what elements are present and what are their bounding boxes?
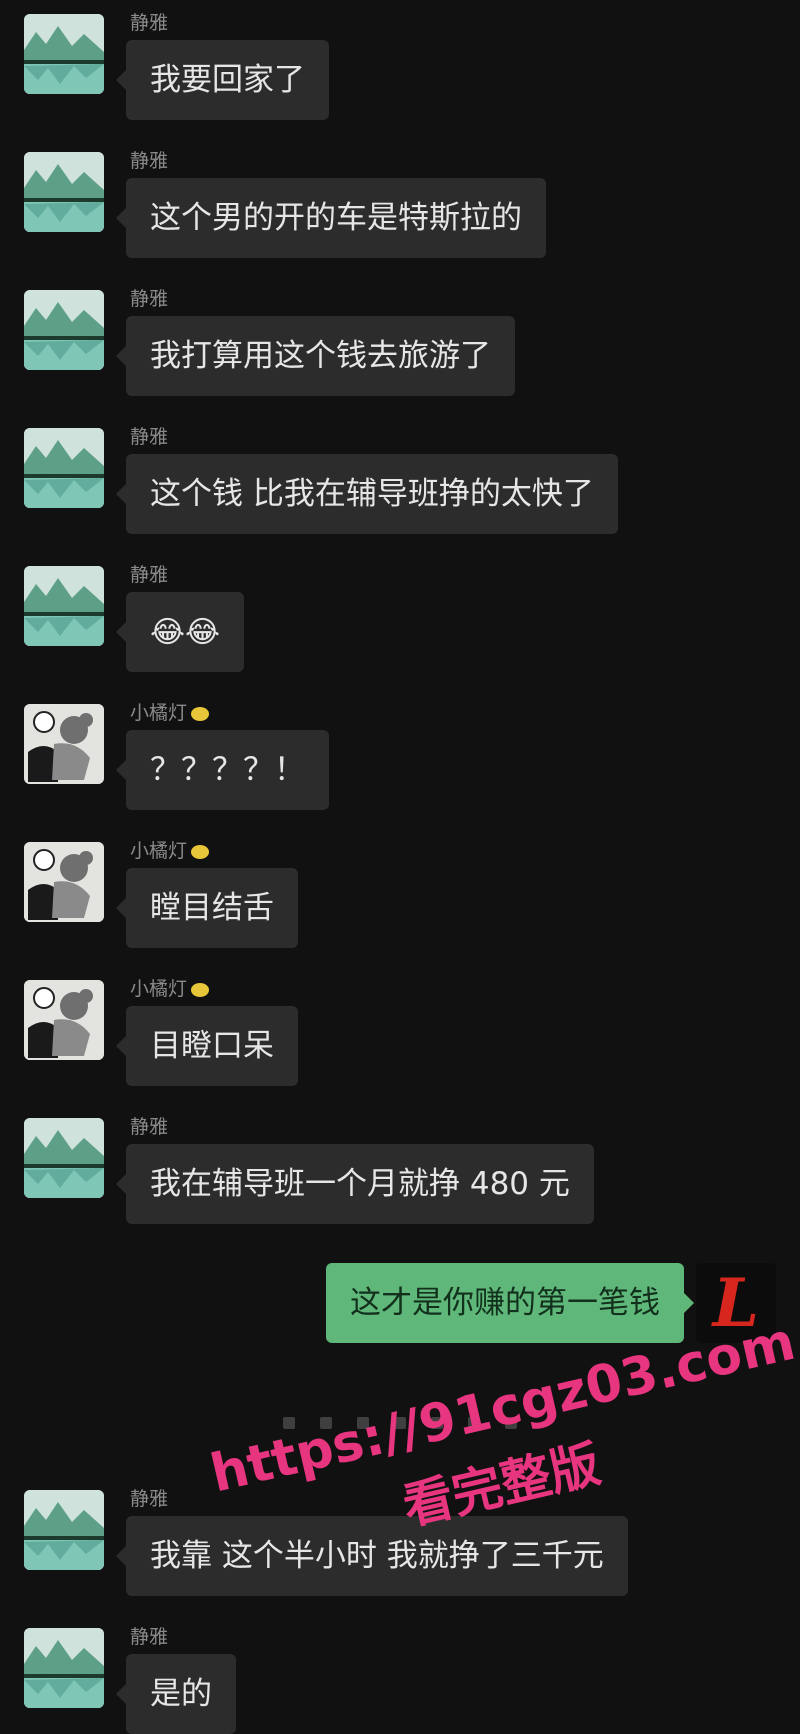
message-bubble[interactable]: 我靠 这个半小时 我就挣了三千元	[116, 1516, 628, 1596]
sender-name: 静雅	[130, 564, 169, 586]
my-avatar[interactable]: L	[696, 1263, 776, 1343]
divider-dot	[505, 1417, 518, 1429]
divider-dot	[356, 1417, 369, 1429]
message-bubble[interactable]: 😂😂	[115, 592, 245, 672]
sender-name: 静雅	[130, 1488, 169, 1510]
message-bubble[interactable]: 目瞪口呆	[116, 1006, 298, 1086]
message-bubble[interactable]: 这个钱 比我在辅导班挣的太快了	[116, 454, 618, 534]
contact-avatar[interactable]	[24, 14, 104, 94]
sender-name: 静雅	[130, 426, 169, 448]
message-bubble-outgoing[interactable]: 这才是你赚的第一笔钱	[326, 1263, 694, 1343]
divider-dot	[431, 1417, 444, 1429]
laughing-crying-emoji-icon: 😂😂	[150, 615, 221, 650]
contact-avatar[interactable]	[24, 428, 104, 508]
sender-name: 小橘灯	[130, 698, 210, 725]
contact-avatar[interactable]	[24, 1118, 104, 1198]
history-divider	[0, 1414, 800, 1434]
message-bubble[interactable]: 瞠目结舌	[116, 868, 298, 948]
divider-dot	[319, 1417, 332, 1429]
message-bubble[interactable]: 我在辅导班一个月就挣 480 元	[116, 1144, 594, 1224]
avatar-letter: L	[712, 1264, 760, 1342]
sender-name: 小橘灯	[130, 836, 210, 863]
contact-avatar[interactable]	[24, 1628, 104, 1708]
sender-name: 静雅	[130, 1116, 169, 1138]
message-bubble[interactable]: 这个男的开的车是特斯拉的	[116, 178, 546, 258]
divider-dot	[394, 1417, 406, 1429]
contact-avatar[interactable]	[24, 290, 104, 370]
sender-name: 小橘灯	[130, 974, 210, 1001]
message-bubble[interactable]: 是的	[116, 1654, 236, 1734]
sender-name: 静雅	[130, 12, 169, 34]
contact-avatar[interactable]	[24, 842, 104, 922]
sender-name: 静雅	[130, 150, 169, 172]
contact-avatar[interactable]	[24, 1490, 104, 1570]
lemon-badge-icon	[191, 844, 210, 859]
contact-avatar[interactable]	[24, 704, 104, 784]
contact-avatar[interactable]	[24, 152, 104, 232]
divider-dot	[468, 1417, 481, 1429]
lemon-badge-icon	[191, 982, 210, 997]
divider-dot	[282, 1417, 295, 1429]
contact-avatar[interactable]	[24, 980, 104, 1060]
lemon-badge-icon	[191, 706, 210, 721]
contact-avatar[interactable]	[24, 566, 104, 646]
message-bubble[interactable]: 我要回家了	[116, 40, 329, 120]
sender-name: 静雅	[130, 288, 169, 310]
message-bubble[interactable]: ？？？？！	[116, 730, 329, 810]
watermark: https://91cgz03.com 看完整版	[203, 1310, 800, 1689]
message-bubble[interactable]: 我打算用这个钱去旅游了	[116, 316, 515, 396]
sender-name: 静雅	[130, 1626, 169, 1648]
